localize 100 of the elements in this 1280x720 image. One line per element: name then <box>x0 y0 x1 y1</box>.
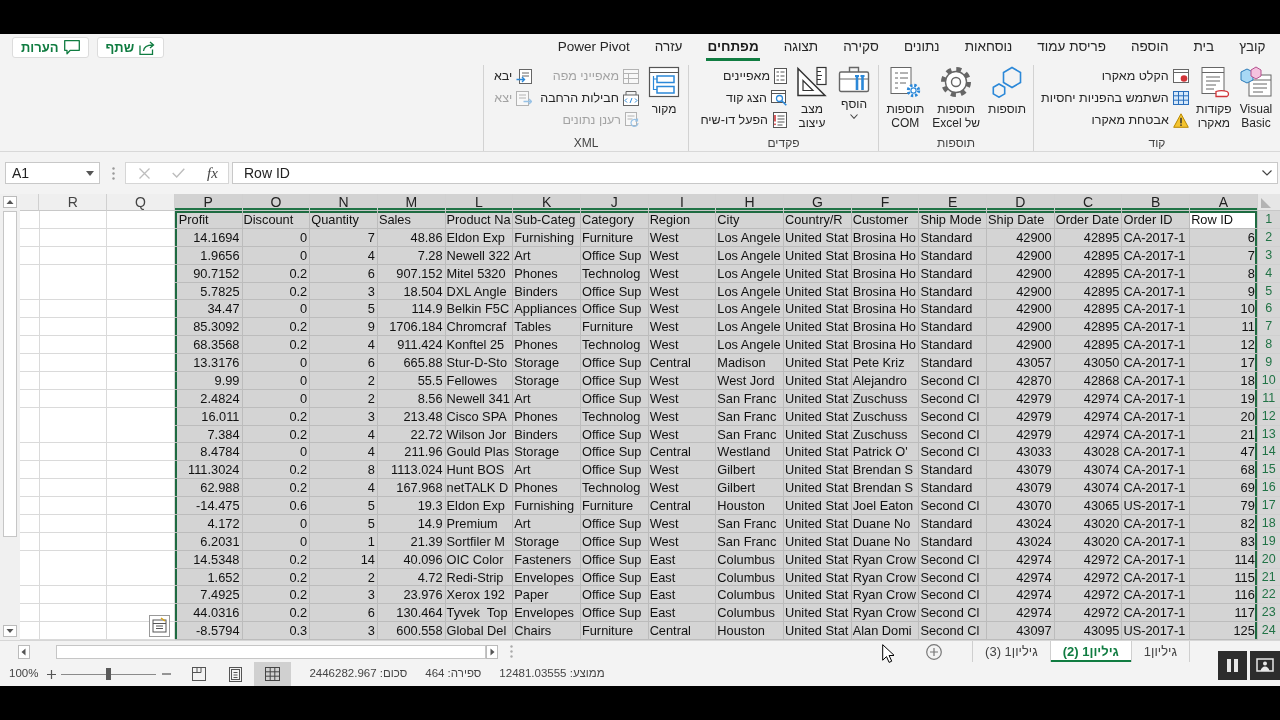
table-cell: Office Sup <box>580 586 649 605</box>
plus-icon[interactable] <box>47 669 57 679</box>
ribbon-tab[interactable]: תצוגה <box>771 36 831 61</box>
column-header[interactable]: P <box>174 194 243 211</box>
column-header[interactable]: O <box>242 194 311 211</box>
minus-icon[interactable] <box>162 673 172 675</box>
column-header[interactable]: I <box>648 194 717 211</box>
zoom-level[interactable]: 100% <box>9 665 39 683</box>
ribbon-tab[interactable]: פריסת עמוד <box>1024 36 1119 61</box>
plus-circle-icon[interactable] <box>926 643 943 660</box>
ribbon-tab[interactable]: עזרה <box>642 36 695 61</box>
column-header[interactable]: D <box>987 194 1055 211</box>
pause-icon[interactable] <box>1218 651 1247 680</box>
formula-input[interactable]: Row ID <box>232 162 1278 184</box>
column-header[interactable]: H <box>716 194 784 211</box>
scroll-thumb[interactable] <box>3 211 17 537</box>
column-header[interactable]: M <box>377 194 446 211</box>
table-cell: CA-2017-1 <box>1122 604 1191 623</box>
column-header[interactable]: G <box>784 194 852 211</box>
row-header[interactable]: 22 <box>1257 586 1280 605</box>
table-cell: Phones <box>513 336 581 354</box>
vertical-scrollbar[interactable] <box>0 194 20 640</box>
table-cell: City <box>716 211 784 229</box>
ribbon-button[interactable]: תוספות <box>985 65 1029 116</box>
table-cell: United Stat <box>784 336 852 354</box>
ribbon-tab[interactable]: נתונים <box>891 36 953 61</box>
table-cell: 62.988 <box>174 479 243 497</box>
scroll-thumb[interactable] <box>56 644 486 659</box>
row-header[interactable]: 9 <box>1257 354 1280 372</box>
ribbon-button[interactable]: הפעל דו-שיח <box>697 109 790 131</box>
ribbon-tab[interactable]: הוספה <box>1118 36 1181 61</box>
comments-button[interactable]: הערות <box>12 37 89 58</box>
ribbon-button[interactable]: הצג קוד <box>697 87 790 109</box>
list-tile-icon[interactable] <box>149 615 170 637</box>
page-break-icon <box>191 667 206 681</box>
table-cell: 17 <box>1190 354 1258 372</box>
table-cell: 43074 <box>1054 461 1123 480</box>
row-header[interactable]: 17 <box>1257 497 1280 515</box>
table-cell: 0 <box>242 354 311 372</box>
table-cell: US-2017-1 <box>1122 497 1191 515</box>
sheet-tab[interactable]: גיליון1 (2) <box>1049 641 1131 662</box>
column-header[interactable]: E <box>919 194 988 211</box>
picture-icon[interactable] <box>1250 651 1280 680</box>
row-header[interactable]: 15 <box>1257 461 1280 480</box>
ribbon-tab[interactable]: קובץ <box>1226 36 1278 61</box>
column-header[interactable]: N <box>310 194 378 211</box>
table-cell: West <box>648 461 717 480</box>
table-cell: 43079 <box>987 479 1055 497</box>
table-cell: 43065 <box>1054 497 1123 515</box>
row-header[interactable]: 8 <box>1257 336 1280 354</box>
table-cell: 8 <box>310 461 378 480</box>
ribbon-button[interactable]: הוסף <box>834 65 874 119</box>
slider-thumb[interactable] <box>106 668 112 680</box>
column-header[interactable]: L <box>445 194 514 211</box>
table-cell: Second Cl <box>919 622 988 640</box>
ribbon-button[interactable]: תוספות COM <box>883 65 928 130</box>
table-cell: Standard <box>919 336 988 354</box>
ribbon-button[interactable]: חבילות הרחבה <box>537 87 642 109</box>
ribbon-button[interactable]: Visual Basic <box>1236 65 1276 130</box>
column-header[interactable]: J <box>580 194 649 211</box>
column-header[interactable]: B <box>1122 194 1191 211</box>
row-header[interactable]: 6 <box>1257 300 1280 319</box>
table-cell: Standard <box>919 300 988 319</box>
name-box[interactable]: A1 <box>5 162 100 184</box>
ribbon-tab[interactable]: נוסחאות <box>952 36 1025 61</box>
row-header[interactable]: 16 <box>1257 479 1280 497</box>
table-cell: Westland <box>716 443 784 462</box>
ribbon-button[interactable]: אבטחת מאקרו <box>1038 109 1192 131</box>
column-header[interactable]: F <box>851 194 920 211</box>
ribbon-tab[interactable]: Power Pivot <box>545 36 643 61</box>
row-header[interactable]: 23 <box>1257 604 1280 623</box>
ribbon-tab[interactable]: בית <box>1181 36 1227 61</box>
table-cell: Tables <box>513 318 581 337</box>
ribbon-button[interactable]: הקלט מאקרו <box>1038 65 1192 87</box>
column-header[interactable]: R <box>39 194 108 211</box>
ribbon-button[interactable]: יבא <box>490 65 536 87</box>
table-cell: Global Del <box>445 622 514 640</box>
ribbon-button[interactable]: מאפיינים <box>697 65 790 87</box>
row-header[interactable]: 14 <box>1257 443 1280 462</box>
column-header[interactable]: C <box>1054 194 1123 211</box>
function-button[interactable]: fx <box>207 164 218 182</box>
share-button[interactable]: שתף <box>96 37 165 58</box>
column-header[interactable]: Q <box>107 194 175 211</box>
row-header[interactable]: 7 <box>1257 318 1280 337</box>
row-header[interactable]: 24 <box>1257 622 1280 640</box>
ribbon-button[interactable]: מצב עיצוב <box>792 65 832 130</box>
group-label: XML <box>573 135 599 151</box>
ribbon-button[interactable]: תוספות של Excel <box>929 65 984 130</box>
ribbon-tab[interactable]: סקירה <box>830 36 892 61</box>
column-header[interactable]: K <box>513 194 581 211</box>
view-button[interactable] <box>254 662 292 686</box>
table-cell: Technolog <box>580 479 649 497</box>
column-header[interactable]: A <box>1190 194 1258 211</box>
ribbon-button[interactable]: מקור <box>644 65 684 116</box>
chevron-down-icon[interactable] <box>1262 170 1272 176</box>
row-header[interactable]: 1 <box>1257 211 1280 229</box>
ribbon-button[interactable]: פקודות מאקרו <box>1193 65 1234 130</box>
ribbon-button[interactable]: השתמש בהפניות יחסיות <box>1038 87 1192 109</box>
table-cell: 3 <box>310 586 378 605</box>
caret-icon[interactable] <box>86 170 94 176</box>
